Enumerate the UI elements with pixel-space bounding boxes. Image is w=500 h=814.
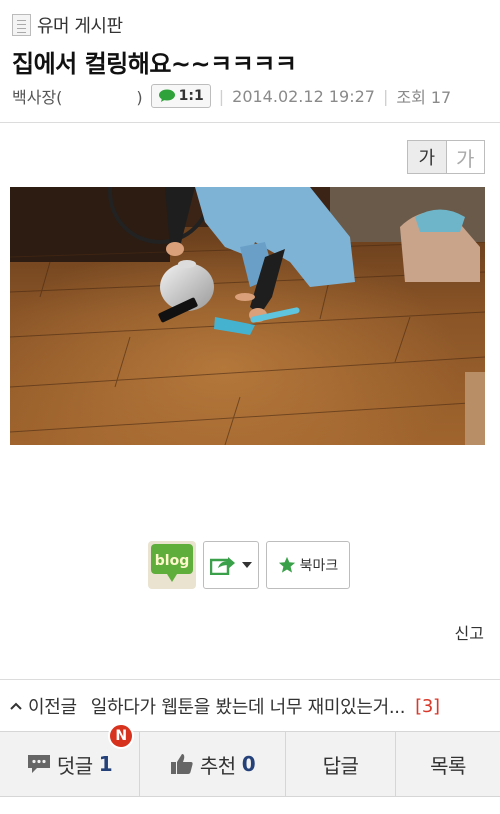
post-title: 집에서 컬링해요~~ㅋㅋㅋㅋ — [12, 50, 297, 78]
previous-post-link[interactable]: 이전글 일하다가 웹툰을 봤는데 너무 재미있는거... [3] — [10, 692, 440, 720]
recommend-label: 추천 — [199, 753, 236, 778]
previous-post-comment-count: [3] — [415, 695, 440, 717]
board-name[interactable]: 유머 게시판 — [37, 12, 123, 38]
action-buttons: blog 북마크 — [148, 541, 350, 589]
separator: | — [382, 86, 389, 106]
separator: | — [218, 86, 225, 106]
bookmark-button[interactable]: 북마크 — [266, 541, 350, 589]
svg-text:blog: blog — [155, 553, 189, 569]
divider — [0, 122, 500, 123]
previous-post-title: 일하다가 웹툰을 봤는데 너무 재미있는거... — [90, 697, 406, 718]
font-size-small-button[interactable]: 가 — [408, 141, 447, 173]
chevron-down-icon — [242, 562, 252, 568]
star-icon — [278, 556, 295, 573]
author-name[interactable]: 백사장() — [12, 84, 143, 108]
chat-bubble-icon — [158, 89, 175, 102]
divider — [0, 679, 500, 680]
share-button[interactable] — [203, 541, 259, 589]
comment-icon — [27, 755, 50, 773]
comments-tab[interactable]: 덧글 1 N — [0, 723, 140, 796]
photo-image — [10, 187, 485, 445]
chevron-up-icon — [10, 702, 22, 710]
post-date: 2014.02.12 19:27 — [232, 86, 375, 106]
chat-1to1-button[interactable]: 1:1 — [150, 84, 211, 108]
list-label: 목록 — [430, 753, 466, 778]
reply-tab[interactable]: 답글 — [286, 732, 396, 796]
font-size-control: 가 가 — [407, 140, 485, 174]
document-icon — [12, 14, 31, 36]
comments-count: 1 — [98, 752, 113, 776]
new-badge: N — [108, 723, 134, 749]
share-icon — [210, 557, 235, 575]
post-photo[interactable] — [10, 187, 485, 445]
previous-post-label: 이전글 — [28, 697, 77, 718]
board-breadcrumb[interactable]: 유머 게시판 — [12, 12, 123, 38]
blog-share-button[interactable]: blog — [148, 541, 196, 589]
reply-label: 답글 — [322, 753, 359, 778]
comments-label: 덧글 — [56, 753, 93, 778]
recommend-count: 0 — [241, 752, 256, 776]
bookmark-label: 북마크 — [299, 558, 339, 574]
view-count: 조회 17 — [396, 88, 452, 107]
report-link[interactable]: 신고 — [455, 620, 484, 644]
thumbs-up-icon — [170, 754, 193, 774]
bottom-action-bar: 덧글 1 N 추천 0 답글 목록 — [0, 723, 500, 797]
post-meta: 백사장() 1:1 | 2014.02.12 19:27 | 조회 17 — [12, 82, 451, 110]
recommend-tab[interactable]: 추천 0 — [140, 732, 286, 796]
blog-icon: blog — [148, 541, 196, 589]
font-size-large-button[interactable]: 가 — [447, 141, 485, 173]
list-tab[interactable]: 목록 — [396, 732, 500, 796]
